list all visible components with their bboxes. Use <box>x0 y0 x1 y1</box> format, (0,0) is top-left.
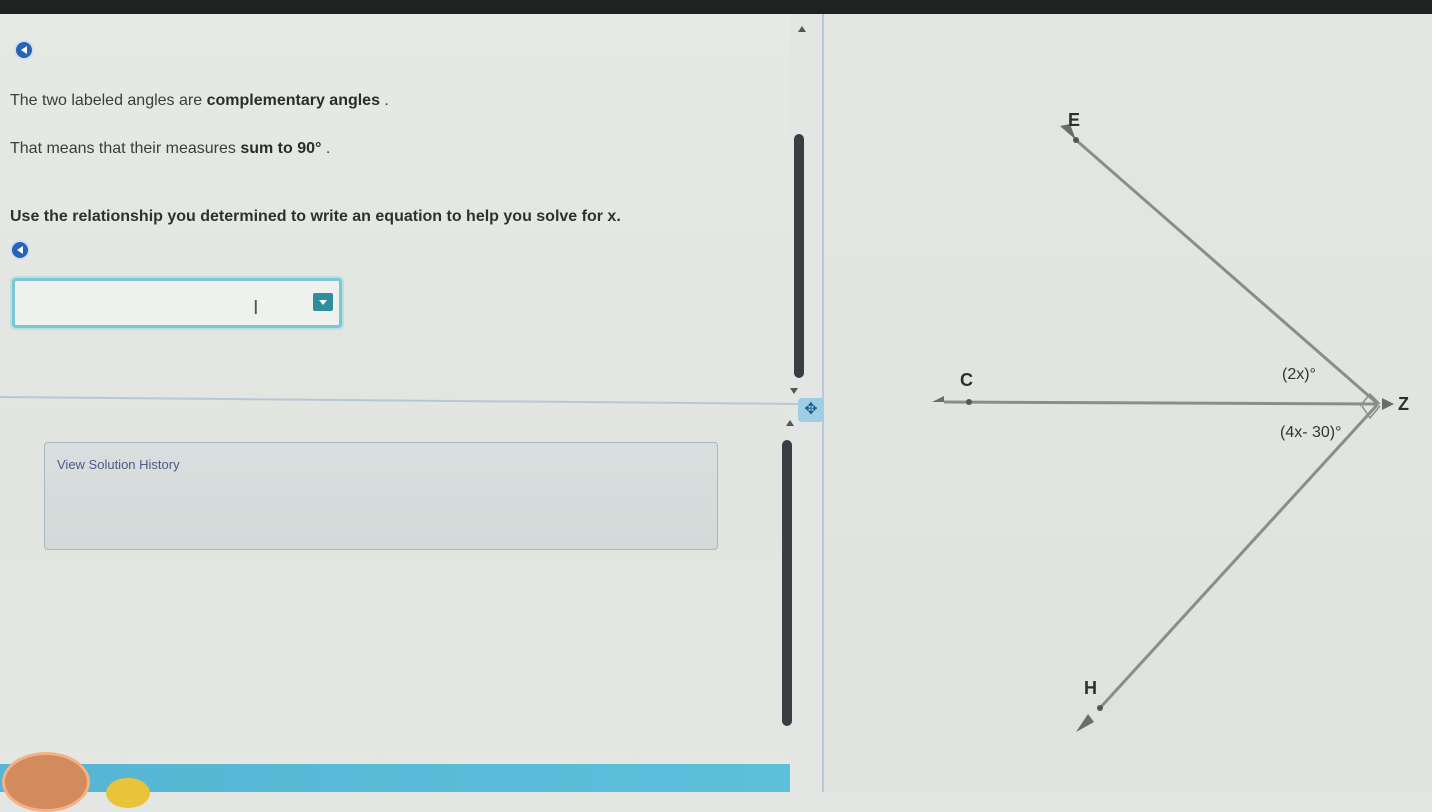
audio-speaker-icon[interactable] <box>14 40 34 60</box>
move-handle-icon[interactable]: ✥ <box>798 398 824 422</box>
scrollbar-thumb-upper[interactable] <box>794 134 804 378</box>
angle-label-lower: (4x- 30)° <box>1280 424 1342 441</box>
arrow-h-icon <box>1076 714 1094 732</box>
instruction-text: That means that their measures <box>10 140 241 157</box>
bottom-button[interactable] <box>106 778 150 808</box>
arrow-z-icon <box>1382 398 1394 410</box>
degree-value: 90° <box>297 140 322 157</box>
angle-label-upper: (2x)° <box>1282 366 1316 383</box>
instruction-line-3: Use the relationship you determined to w… <box>10 208 621 225</box>
scrollbar-thumb-lower[interactable] <box>782 440 792 726</box>
arrow-c-icon <box>932 396 944 402</box>
point-h-dot <box>1097 705 1103 711</box>
text-cursor-icon: I <box>253 297 259 319</box>
instruction-punct: . <box>321 140 331 157</box>
equation-answer-input[interactable]: I <box>12 278 342 328</box>
ray-zc <box>943 400 1379 406</box>
instruction-line-2: That means that their measures sum to 90… <box>10 140 330 158</box>
scroll-down-arrow-icon[interactable] <box>790 388 798 394</box>
instruction-line-1: The two labeled angles are complementary… <box>10 92 389 110</box>
window-top-bar <box>0 0 1432 14</box>
complementary-term: complementary angles <box>206 92 380 109</box>
scroll-up-arrow-icon[interactable] <box>786 420 794 426</box>
angle-diagram <box>932 124 1394 732</box>
label-point-h: H <box>1084 678 1097 698</box>
dropdown-toggle-button[interactable] <box>313 293 333 311</box>
point-c-dot <box>966 399 972 405</box>
sum-term: sum to <box>240 140 293 157</box>
label-point-c: C <box>960 370 973 390</box>
instruction-text: The two labeled angles are <box>10 92 207 109</box>
ray-zh <box>1098 402 1380 710</box>
solution-history-label[interactable]: View Solution History <box>57 457 180 472</box>
label-point-z: Z <box>1398 394 1409 414</box>
ray-ze <box>1075 138 1379 406</box>
point-e-dot <box>1073 137 1079 143</box>
instruction-punct: . <box>379 92 389 109</box>
audio-speaker-icon[interactable] <box>10 240 30 260</box>
solution-history-panel[interactable]: View Solution History <box>44 442 718 550</box>
avatar-icon[interactable] <box>2 752 90 812</box>
label-point-e: E <box>1068 110 1081 130</box>
scroll-up-arrow-icon[interactable] <box>798 26 806 32</box>
